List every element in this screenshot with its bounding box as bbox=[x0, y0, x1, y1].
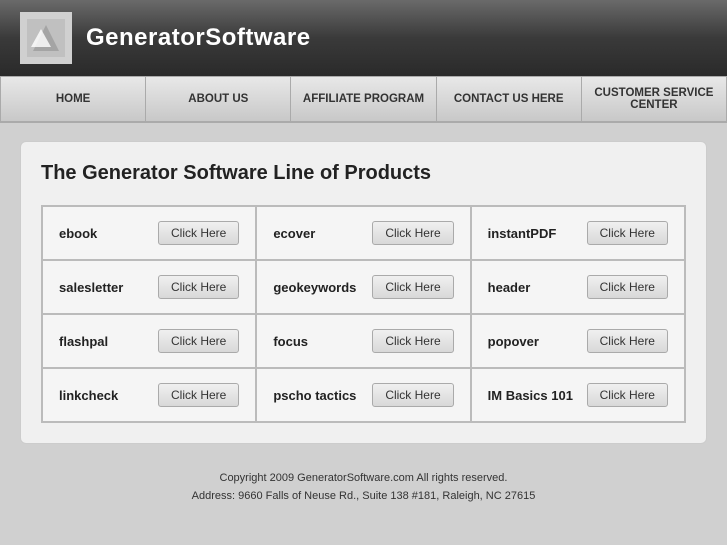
products-grid: ebook Click Here ecover Click Here insta… bbox=[41, 205, 686, 423]
main-title: The Generator Software Line of Products bbox=[41, 162, 686, 185]
product-cell-ecover: ecover Click Here bbox=[256, 206, 470, 260]
click-here-im-basics-101[interactable]: Click Here bbox=[587, 383, 668, 407]
logo-icon bbox=[20, 12, 72, 64]
product-cell-pscho-tactics: pscho tactics Click Here bbox=[256, 368, 470, 422]
click-here-salesletter[interactable]: Click Here bbox=[158, 275, 239, 299]
product-name-salesletter: salesletter bbox=[59, 280, 123, 295]
click-here-header[interactable]: Click Here bbox=[587, 275, 668, 299]
nav-item-home[interactable]: HOME bbox=[0, 77, 146, 121]
product-name-ecover: ecover bbox=[273, 226, 315, 241]
logo-text: GeneratorSoftware bbox=[86, 24, 311, 52]
product-name-geokeywords: geokeywords bbox=[273, 280, 356, 295]
product-cell-im-basics-101: IM Basics 101 Click Here bbox=[471, 368, 685, 422]
product-cell-focus: focus Click Here bbox=[256, 314, 470, 368]
product-name-linkcheck: linkcheck bbox=[59, 388, 118, 403]
product-name-popover: popover bbox=[488, 334, 539, 349]
product-name-ebook: ebook bbox=[59, 226, 97, 241]
nav-item-affiliate-program[interactable]: AFFILIATE PROGRAM bbox=[291, 77, 436, 121]
nav-item-customer-service[interactable]: CUSTOMER SERVICE CENTER bbox=[582, 77, 727, 121]
product-cell-flashpal: flashpal Click Here bbox=[42, 314, 256, 368]
product-cell-popover: popover Click Here bbox=[471, 314, 685, 368]
nav: HOME ABOUT US AFFILIATE PROGRAM CONTACT … bbox=[0, 76, 727, 123]
header: GeneratorSoftware bbox=[0, 0, 727, 76]
product-name-flashpal: flashpal bbox=[59, 334, 108, 349]
click-here-instantpdf[interactable]: Click Here bbox=[587, 221, 668, 245]
product-name-header: header bbox=[488, 280, 531, 295]
product-cell-header: header Click Here bbox=[471, 260, 685, 314]
nav-item-about-us[interactable]: ABOUT US bbox=[146, 77, 291, 121]
product-name-pscho-tactics: pscho tactics bbox=[273, 388, 356, 403]
click-here-ebook[interactable]: Click Here bbox=[158, 221, 239, 245]
footer-line2: Address: 9660 Falls of Neuse Rd., Suite … bbox=[8, 488, 719, 506]
click-here-geokeywords[interactable]: Click Here bbox=[372, 275, 453, 299]
product-cell-instantpdf: instantPDF Click Here bbox=[471, 206, 685, 260]
click-here-linkcheck[interactable]: Click Here bbox=[158, 383, 239, 407]
main-content: The Generator Software Line of Products … bbox=[20, 141, 707, 444]
click-here-flashpal[interactable]: Click Here bbox=[158, 329, 239, 353]
click-here-pscho-tactics[interactable]: Click Here bbox=[372, 383, 453, 407]
nav-item-contact-us[interactable]: CONTACT US HERE bbox=[437, 77, 582, 121]
product-name-focus: focus bbox=[273, 334, 308, 349]
click-here-popover[interactable]: Click Here bbox=[587, 329, 668, 353]
product-cell-ebook: ebook Click Here bbox=[42, 206, 256, 260]
product-name-im-basics-101: IM Basics 101 bbox=[488, 388, 573, 403]
product-cell-salesletter: salesletter Click Here bbox=[42, 260, 256, 314]
product-name-instantpdf: instantPDF bbox=[488, 226, 557, 241]
footer-line1: Copyright 2009 GeneratorSoftware.com All… bbox=[8, 470, 719, 488]
click-here-focus[interactable]: Click Here bbox=[372, 329, 453, 353]
product-cell-geokeywords: geokeywords Click Here bbox=[256, 260, 470, 314]
click-here-ecover[interactable]: Click Here bbox=[372, 221, 453, 245]
product-cell-linkcheck: linkcheck Click Here bbox=[42, 368, 256, 422]
footer: Copyright 2009 GeneratorSoftware.com All… bbox=[0, 462, 727, 513]
